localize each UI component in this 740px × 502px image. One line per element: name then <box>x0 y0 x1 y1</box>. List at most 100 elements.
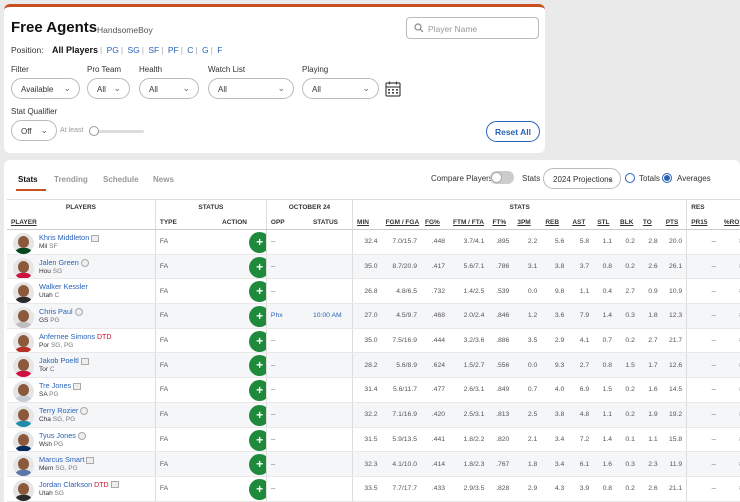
totals-radio[interactable] <box>625 173 635 183</box>
add-player-button[interactable]: + <box>249 355 267 377</box>
reset-all-button[interactable]: Reset All <box>486 121 540 142</box>
col-ftm-fta[interactable]: FTM / FTA <box>449 215 489 230</box>
at-least-slider[interactable] <box>89 126 144 136</box>
add-player-button[interactable]: + <box>249 380 267 402</box>
player-team-position: Utah C <box>39 292 59 299</box>
player-cell: Tre Jones SA PG <box>7 377 156 403</box>
compare-players-toggle[interactable] <box>490 171 514 184</box>
col-ft-pct[interactable]: FT% <box>488 215 514 230</box>
add-player-button[interactable]: + <box>249 330 267 352</box>
stat-cell: 8.7/20.9 <box>381 254 421 280</box>
position-sg[interactable]: SG <box>127 45 139 55</box>
health-select[interactable]: All ⌄ <box>139 78 199 99</box>
add-player-button[interactable]: + <box>249 429 267 451</box>
position-sf[interactable]: SF <box>148 45 159 55</box>
col-3pm[interactable]: 3PM <box>513 215 542 230</box>
tab-news[interactable]: News <box>153 175 174 184</box>
player-info-icon[interactable] <box>74 308 83 317</box>
group-research: RES <box>686 199 740 216</box>
player-name-link[interactable]: Terry Rozier <box>39 406 78 415</box>
stat-cell: 5.6/11.7 <box>381 377 421 403</box>
pct-rost-cell: 8 <box>719 303 740 329</box>
player-team-position: Mem SG, PG <box>39 465 78 472</box>
stat-cell: 1.8 <box>513 451 542 477</box>
tab-trending[interactable]: Trending <box>54 175 88 184</box>
add-player-button[interactable]: + <box>249 454 267 476</box>
position-all[interactable]: All Players <box>52 45 98 55</box>
col-pr15[interactable]: PR15 <box>686 215 720 230</box>
position-pf[interactable]: PF <box>168 45 179 55</box>
players-table: PLAYERS STATUS OCTOBER 24 STATS RES PLAY… <box>7 199 740 502</box>
avatar <box>13 381 34 402</box>
stat-cell: 3.2/3.6 <box>449 328 489 354</box>
calendar-icon[interactable] <box>384 80 402 98</box>
player-search[interactable] <box>406 17 539 39</box>
player-name-link[interactable]: Jordan Clarkson <box>39 480 92 489</box>
col-blk[interactable]: BLK <box>616 215 639 230</box>
position-g[interactable]: G <box>202 45 209 55</box>
at-least-label: At least <box>60 127 84 134</box>
col-pts[interactable]: PTS <box>661 215 687 230</box>
news-note-icon[interactable] <box>86 456 95 464</box>
news-note-icon[interactable] <box>110 481 119 489</box>
col-ast[interactable]: AST <box>568 215 594 230</box>
col-reb[interactable]: REB <box>541 215 569 230</box>
col-fgm-fga[interactable]: FGM / FGA <box>381 215 421 230</box>
col-stl[interactable]: STL <box>593 215 617 230</box>
tab-schedule[interactable]: Schedule <box>103 175 139 184</box>
player-cell: Khris Middleton Mil SF <box>7 229 156 255</box>
player-team-position: Tor C <box>39 366 55 373</box>
tab-stats[interactable]: Stats <box>18 175 38 184</box>
add-player-button[interactable]: + <box>249 232 267 253</box>
stat-qualifier-select[interactable]: Off ⌄ <box>11 120 57 141</box>
add-player-button[interactable]: + <box>249 256 267 278</box>
stat-cell: 1.6 <box>638 377 662 403</box>
pro-team-select[interactable]: All ⌄ <box>87 78 130 99</box>
search-input[interactable] <box>428 21 532 36</box>
stat-cell: 2.9 <box>513 476 542 502</box>
player-team: Mem <box>39 465 54 473</box>
news-note-icon[interactable] <box>80 358 89 366</box>
player-name-link[interactable]: Marcus Smart <box>39 455 84 464</box>
player-name-link[interactable]: Anfernee Simons <box>39 332 95 341</box>
player-name-link[interactable]: Jakob Poeltl <box>39 356 79 365</box>
position-c[interactable]: C <box>187 45 193 55</box>
col-pct-rost[interactable]: %RO <box>719 215 740 230</box>
player-name-link[interactable]: Chris Paul <box>39 307 73 316</box>
add-player-button[interactable]: + <box>249 306 267 328</box>
watch-list-select[interactable]: All ⌄ <box>208 78 294 99</box>
stats-period-select[interactable]: 2024 Projections ⌄ <box>543 168 621 189</box>
type-cell: FA <box>154 427 204 453</box>
position-pg[interactable]: PG <box>107 45 119 55</box>
health-label: Health <box>139 65 163 74</box>
col-player[interactable]: PLAYER <box>7 215 156 230</box>
player-team-position: Utah SG <box>39 490 64 497</box>
add-player-button[interactable]: + <box>249 281 267 303</box>
col-fg-pct[interactable]: FG% <box>421 215 450 230</box>
game-status-cell[interactable]: 10:00 AM <box>308 303 353 329</box>
player-name-link[interactable]: Tyus Jones <box>39 431 76 440</box>
news-note-icon[interactable] <box>73 382 82 390</box>
player-name-link[interactable]: Walker Kessler <box>39 282 88 291</box>
news-note-icon[interactable] <box>91 234 100 242</box>
averages-radio[interactable] <box>662 173 672 183</box>
player-info-icon[interactable] <box>80 258 89 267</box>
player-team-position: Hou SG <box>39 268 62 275</box>
player-info-icon[interactable] <box>77 431 86 440</box>
player-name-link[interactable]: Tre Jones <box>39 381 71 390</box>
col-to[interactable]: TO <box>638 215 662 230</box>
pct-rost-cell: 8 <box>719 328 740 354</box>
player-info-icon[interactable] <box>80 406 89 415</box>
col-min[interactable]: MIN <box>352 215 382 230</box>
slider-handle[interactable] <box>89 126 99 136</box>
player-name-link[interactable]: Jalen Green <box>39 258 79 267</box>
opponent-cell: -- <box>265 476 309 502</box>
filter-select[interactable]: Available ⌄ <box>11 78 80 99</box>
playing-select[interactable]: All ⌄ <box>302 78 379 99</box>
filter-value: Available <box>21 85 54 94</box>
add-player-button[interactable]: + <box>249 404 267 426</box>
add-player-button[interactable]: + <box>249 478 267 500</box>
position-f[interactable]: F <box>217 45 222 55</box>
player-name-link[interactable]: Khris Middleton <box>39 233 89 242</box>
opponent-cell[interactable]: Phx <box>265 303 309 329</box>
